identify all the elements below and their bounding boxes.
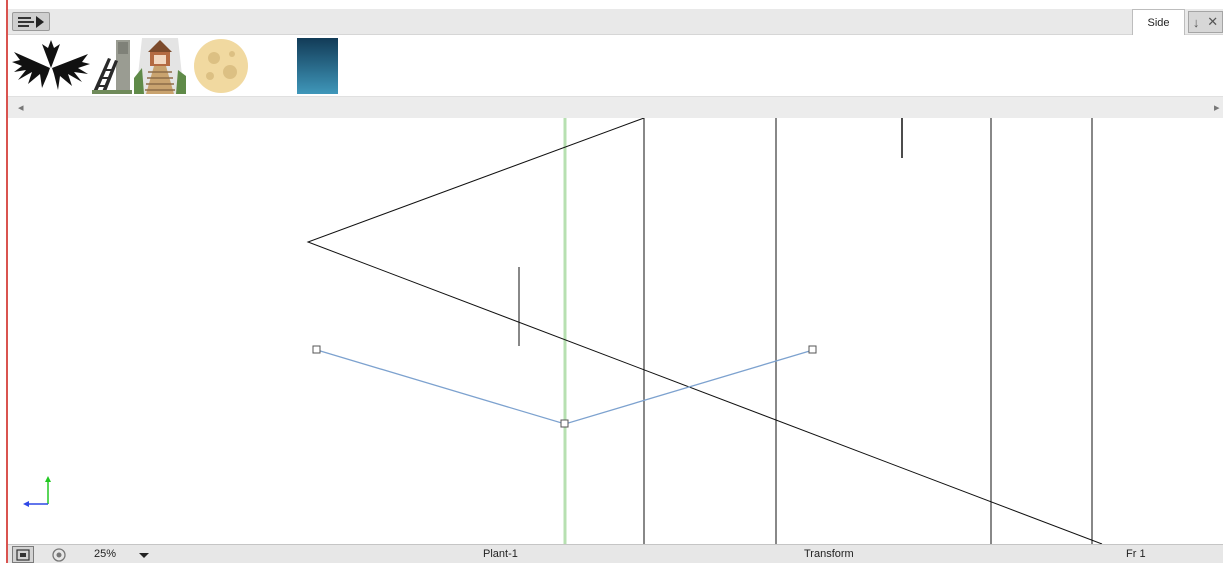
layer-name: Plant-1 (483, 548, 518, 560)
gradient-panel-icon[interactable] (297, 38, 338, 94)
arrow-down-icon[interactable]: ↓ (1193, 15, 1200, 30)
scroll-right-icon[interactable]: ▸ (1214, 101, 1220, 114)
asset-thumbnail-strip (8, 36, 1223, 96)
menu-play-button[interactable] (12, 12, 50, 31)
scroll-left-icon[interactable]: ◂ (18, 101, 24, 114)
tab-tools: ↓ ✕ (1188, 11, 1223, 33)
close-icon[interactable]: ✕ (1207, 14, 1218, 30)
ladder-tower-icon[interactable] (92, 38, 132, 94)
moon-icon[interactable] (192, 38, 250, 94)
spline-vertex-handle[interactable] (312, 345, 321, 354)
top-toolbar: Side ↓ ✕ (8, 9, 1223, 35)
thumbnail-scrollbar[interactable]: ◂ ▸ (8, 96, 1223, 118)
zoom-level[interactable]: 25% (94, 548, 116, 560)
tab-side[interactable]: Side (1132, 9, 1185, 35)
gazebo-bridge-icon[interactable] (134, 38, 186, 94)
camera-icon (52, 547, 66, 562)
play-icon (36, 15, 44, 28)
camera-view-button[interactable] (48, 546, 70, 563)
palm-tree-icon[interactable] (12, 38, 90, 94)
app-window: Side ↓ ✕ ◂ ▸ 25% Plant-1 Transform Fr 1 (0, 0, 1223, 563)
frame-icon (16, 548, 30, 561)
zoom-dropdown-icon[interactable] (139, 553, 149, 558)
frame-view-button[interactable] (12, 546, 34, 563)
spline-vertex-handle[interactable] (560, 419, 569, 428)
status-bar: 25% Plant-1 Transform Fr 1 (8, 544, 1223, 563)
menu-icon (18, 16, 34, 27)
frame-number: Fr 1 (1126, 548, 1146, 560)
spline-vertex-handle[interactable] (808, 345, 817, 354)
tool-mode: Transform (804, 548, 854, 560)
axis-gizmo (23, 476, 51, 507)
viewport-canvas[interactable] (8, 118, 1223, 544)
wedge-outline (306, 118, 1103, 544)
